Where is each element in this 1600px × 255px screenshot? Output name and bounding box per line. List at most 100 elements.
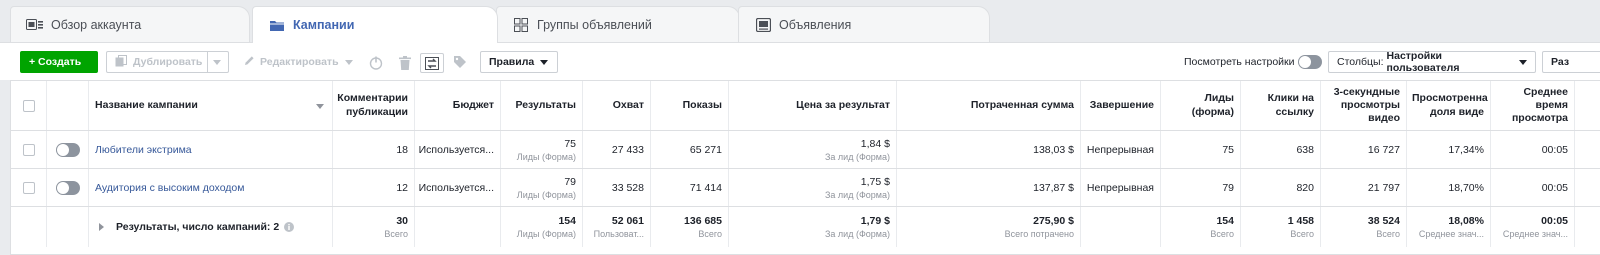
header-ends[interactable]: Завершение — [1081, 81, 1161, 130]
total-results-subtext: Лиды (Форма) — [516, 229, 576, 239]
comments-cell: 18 — [333, 131, 415, 168]
adsets-grid-icon — [511, 17, 531, 32]
campaign-name-cell: Аудитория с высоким доходом — [89, 169, 333, 206]
impressions-cell: 71 414 — [651, 169, 729, 206]
info-icon[interactable] — [284, 222, 295, 232]
budget-cell: Используется... — [415, 131, 501, 168]
total-cost-value: 1,79 $ — [860, 215, 890, 227]
total-avg-watch-cell: 00:05 Среднее знач... — [1491, 207, 1575, 247]
header-budget[interactable]: Бюджет — [415, 81, 501, 130]
toggle-column-header — [47, 81, 89, 130]
columns-button[interactable]: Столбцы: Настройки пользователя — [1328, 50, 1536, 74]
ends-cell: Непрерывная — [1081, 131, 1161, 168]
rules-button[interactable]: Правила — [480, 51, 558, 73]
campaign-toolbar: + Создать Дублировать Редактировать Прав… — [0, 42, 1600, 80]
total-video-pct-subtext: Среднее знач... — [1418, 229, 1484, 239]
duplicate-dropdown-button[interactable] — [207, 51, 229, 73]
table-row[interactable]: Аудитория с высоким доходом 12 Используе… — [11, 169, 1600, 207]
avg-watch-cell: 00:05 — [1491, 169, 1575, 206]
total-avg-watch-value: 00:05 — [1541, 215, 1568, 227]
header-video-pct[interactable]: Просмотренна доля виде — [1407, 81, 1491, 130]
link-clicks-cell: 638 — [1241, 131, 1321, 168]
comments-value: 12 — [396, 181, 408, 194]
campaign-toggle[interactable] — [55, 180, 80, 195]
total-spent-subtext: Всего потрачено — [1004, 229, 1074, 239]
pencil-icon — [244, 55, 255, 69]
header-cost-per-result[interactable]: Цена за результат — [729, 81, 897, 130]
row-checkbox[interactable] — [22, 181, 35, 194]
tab-label: Объявления — [779, 17, 852, 32]
tab-campaigns[interactable]: Кампании — [252, 6, 498, 43]
header-amount-spent[interactable]: Потраченная сумма — [897, 81, 1081, 130]
avg-watch-cell: 00:05 — [1491, 131, 1575, 168]
video-pct-cell: 17,34% — [1407, 131, 1491, 168]
trash-icon[interactable] — [399, 56, 411, 73]
select-all-checkbox[interactable] — [22, 99, 35, 112]
total-video-pct-cell: 18,08% Среднее знач... — [1407, 207, 1491, 247]
totals-label: Результаты, число кампаний: 2 — [116, 221, 280, 233]
total-video-3s-subtext: Всего — [1376, 229, 1400, 239]
toggle-status-icon[interactable] — [369, 56, 383, 73]
spent-value: 138,03 $ — [1033, 143, 1074, 156]
tag-icon[interactable] — [453, 55, 467, 72]
create-button[interactable]: + Создать — [20, 51, 98, 73]
tab-bar: Обзор аккаунта Кампании Группы объявлени… — [0, 0, 1600, 43]
total-leads-value: 154 — [1216, 215, 1234, 227]
view-settings-switch[interactable] — [1297, 55, 1322, 69]
total-impressions-value: 136 685 — [684, 215, 722, 227]
ab-test-icon[interactable] — [420, 53, 444, 73]
table-row[interactable]: Любители экстрима 18 Используется... 75 Л… — [11, 131, 1600, 169]
header-video-3s[interactable]: 3-секундные просмотры видео — [1321, 81, 1407, 130]
chevron-down-icon — [344, 59, 353, 65]
header-link-clicks[interactable]: Клики на ссылку — [1241, 81, 1321, 130]
leads-value: 75 — [1222, 143, 1234, 156]
reach-cell: 33 528 — [583, 169, 651, 206]
header-campaign-name[interactable]: Название кампании — [89, 81, 333, 130]
spent-value: 137,87 $ — [1033, 181, 1074, 194]
total-link-clicks-subtext: Всего — [1290, 229, 1314, 239]
total-video-3s-cell: 38 524 Всего — [1321, 207, 1407, 247]
columns-value: Настройки пользователя — [1386, 50, 1460, 74]
campaign-name-link[interactable]: Аудитория с высоким доходом — [95, 182, 245, 194]
duplicate-button[interactable]: Дублировать — [106, 51, 208, 73]
tab-adsets[interactable]: Группы объявлений — [496, 6, 740, 42]
reach-cell: 27 433 — [583, 131, 651, 168]
edit-button[interactable]: Редактировать — [236, 51, 358, 73]
duplicate-label: Дублировать — [133, 56, 203, 68]
tab-ads[interactable]: Объявления — [738, 6, 990, 42]
row-select-cell — [11, 169, 47, 206]
chevron-down-icon — [1519, 59, 1527, 65]
header-impressions[interactable]: Показы — [651, 81, 729, 130]
video-pct-value: 17,34% — [1448, 143, 1484, 156]
view-settings-toggle[interactable]: Посмотреть настройки — [1184, 55, 1322, 69]
header-avg-watch[interactable]: Среднее время просмотра — [1491, 81, 1575, 130]
campaign-name-link[interactable]: Любители экстрима — [95, 144, 192, 156]
totals-label-cell[interactable]: Результаты, число кампаний: 2 — [89, 207, 333, 247]
sort-caret-icon — [316, 103, 324, 109]
tab-account-overview[interactable]: Обзор аккаунта — [10, 6, 250, 42]
leads-cell: 75 — [1161, 131, 1241, 168]
tab-label: Обзор аккаунта — [51, 17, 142, 32]
header-label: Бюджет — [452, 98, 494, 111]
header-comments[interactable]: Комментарии публикации — [333, 81, 415, 130]
total-comments-value: 30 — [396, 215, 408, 227]
header-reach[interactable]: Охват — [583, 81, 651, 130]
header-label: Цена за результат — [796, 98, 890, 111]
campaign-name-cell: Любители экстрима — [89, 131, 333, 168]
header-label: Потраченная сумма — [970, 98, 1074, 111]
total-spent-value: 275,90 $ — [1033, 215, 1074, 227]
header-results[interactable]: Результаты — [501, 81, 583, 130]
video-3s-cell: 16 727 — [1321, 131, 1407, 168]
row-checkbox[interactable] — [22, 143, 35, 156]
account-overview-icon — [25, 18, 45, 31]
tab-label: Группы объявлений — [537, 17, 652, 32]
breakdown-button[interactable]: Раз — [1542, 51, 1600, 73]
cost-subtext: За лид (Форма) — [824, 151, 890, 162]
totals-row: Результаты, число кампаний: 2 30 Всего 15… — [11, 207, 1600, 247]
header-leads[interactable]: Лиды (форма) — [1161, 81, 1241, 130]
ends-cell: Непрерывная — [1081, 169, 1161, 206]
campaign-toggle[interactable] — [55, 142, 80, 157]
expand-triangle-icon[interactable] — [99, 223, 104, 231]
breakdown-label: Раз — [1551, 56, 1570, 68]
header-label: Клики на ссылку — [1267, 92, 1314, 118]
